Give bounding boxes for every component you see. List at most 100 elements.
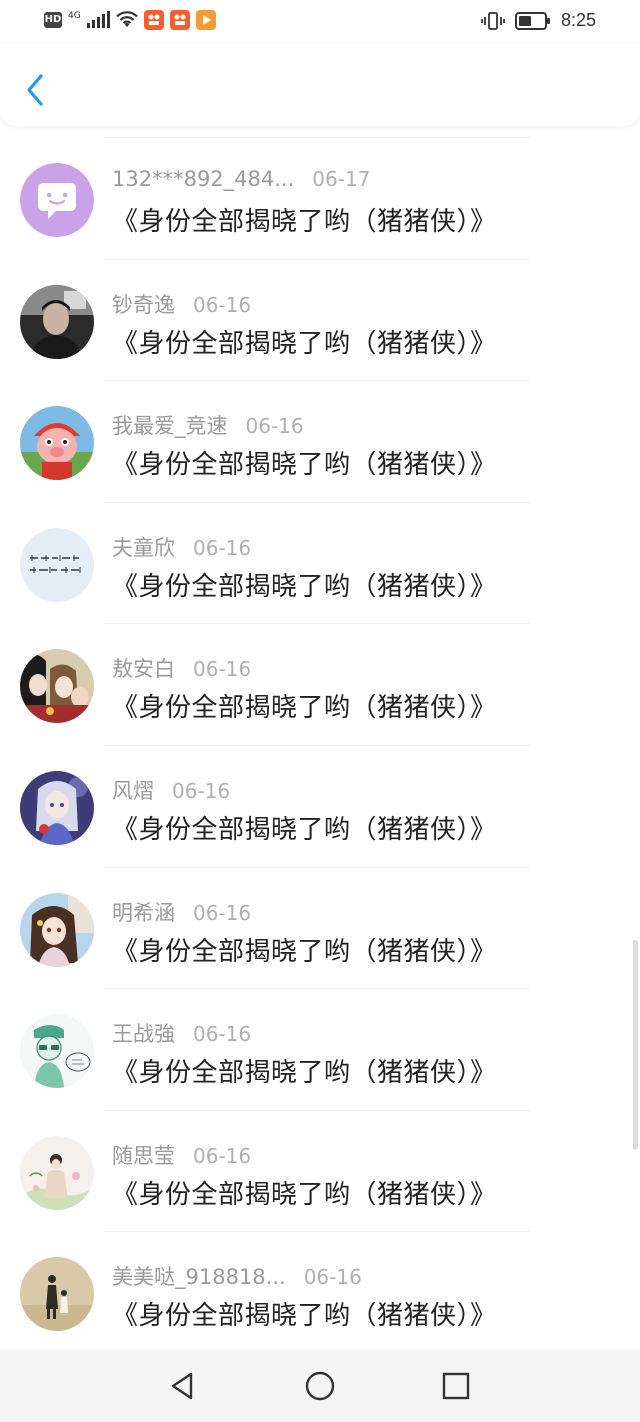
divider [104,1231,530,1233]
list-item[interactable]: 明希涵 06-16 《身份全部揭晓了哟（猪猪侠）》 [0,866,640,989]
divider [104,380,530,382]
username: 钞奇逸 [112,292,175,317]
item-meta: 132***892_484... 06-17 [112,167,370,191]
item-title: 《身份全部揭晓了哟（猪猪侠）》 [112,936,497,967]
item-meta: 风熠 06-16 [112,775,230,805]
avatar[interactable] [20,527,94,602]
divider [104,866,530,868]
divider [104,137,530,138]
app-badge-1-icon [143,10,164,30]
header-bar [0,44,640,126]
date: 06-16 [303,1265,362,1290]
battery-icon [514,11,551,30]
item-meta: 敖安白 06-16 [112,653,251,683]
list-item[interactable]: 敖安白 06-16 《身份全部揭晓了哟（猪猪侠）》 [0,623,640,745]
wifi-icon [115,11,138,29]
scrollbar[interactable] [633,940,638,1150]
item-meta: 王战強 06-16 [112,1018,251,1048]
avatar[interactable] [20,163,94,237]
item-title: 《身份全部揭晓了哟（猪猪侠）》 [112,450,497,481]
divider [104,501,530,503]
app-badge-3-icon [195,10,216,30]
item-meta: 随思莹 06-16 [112,1140,251,1170]
circle-home-icon [305,1371,335,1401]
avatar[interactable] [20,892,94,967]
status-clock: 8:25 [560,10,596,30]
list-item[interactable]: 钞奇逸 06-16 《身份全部揭晓了哟（猪猪侠）》 [0,258,640,381]
nav-home-button[interactable] [304,1370,336,1402]
handwriting-avatar-icon [20,527,94,602]
divider [104,988,530,990]
date: 06-16 [193,1143,252,1168]
photo-avatar-icon [20,284,94,359]
list-item[interactable]: 我最爱_竞速 06-16 《身份全部揭晓了哟（猪猪侠）》 [0,380,640,502]
date: 06-16 [245,414,304,439]
date: 06-16 [193,292,252,317]
avatar[interactable] [20,284,94,359]
avatar[interactable] [20,1257,94,1332]
item-meta: 明希涵 06-16 [112,897,251,927]
square-recent-icon [442,1372,470,1400]
nav-back-button[interactable] [166,1370,198,1402]
chat-bubble-avatar-icon [20,163,94,237]
illustration-avatar-icon [20,1135,94,1210]
list-item[interactable]: 夫童欣 06-16 《身份全部揭晓了哟（猪猪侠）》 [0,501,640,624]
username: 风熠 [112,778,154,803]
item-title: 《身份全部揭晓了哟（猪猪侠）》 [112,1179,497,1210]
back-button[interactable] [20,72,50,108]
silhouette-avatar-icon [20,1257,94,1332]
divider [104,744,530,746]
item-title: 《身份全部揭晓了哟（猪猪侠）》 [112,571,497,602]
list-item[interactable]: 随思莹 06-16 《身份全部揭晓了哟（猪猪侠）》 [0,1109,640,1232]
signal-icon [86,11,110,28]
username: 美美哒_918818... [112,1265,286,1290]
divider [104,1109,530,1111]
avatar[interactable] [20,770,94,845]
item-title: 《身份全部揭晓了哟（猪猪侠）》 [112,328,497,359]
avatar[interactable] [20,406,94,481]
nav-recent-button[interactable] [440,1370,472,1402]
avatar[interactable] [20,1135,94,1210]
list-item[interactable]: 风熠 06-16 《身份全部揭晓了哟（猪猪侠）》 [0,744,640,867]
date: 06-16 [193,900,252,925]
avatar[interactable] [20,649,94,724]
vibrate-icon [481,11,505,31]
username: 夫童欣 [112,535,175,560]
item-meta: 美美哒_918818... 06-16 [112,1261,362,1291]
network-type-label: 4G [68,10,81,21]
username: 王战強 [112,1022,175,1047]
item-title: 《身份全部揭晓了哟（猪猪侠）》 [112,1058,497,1089]
item-title: 《身份全部揭晓了哟（猪猪侠）》 [112,207,497,237]
anime-portrait-avatar-icon [20,892,94,967]
status-left: HD 4G [44,10,216,30]
screen: HD 4G 8:25 132***892_484... 06-17 《身份全部揭… [0,0,640,1422]
list-item[interactable]: 美美哒_918818... 06-16 《身份全部揭晓了哟（猪猪侠）》 [0,1231,640,1353]
anime-group-avatar-icon [20,649,94,724]
triangle-back-icon [171,1372,193,1400]
status-bar: HD 4G 8:25 [0,0,640,44]
cartoon-pig-avatar-icon [20,406,94,481]
list-item[interactable]: 132***892_484... 06-17 《身份全部揭晓了哟（猪猪侠）》 [0,137,640,259]
share-list: 132***892_484... 06-17 《身份全部揭晓了哟（猪猪侠）》 钞… [0,137,640,1353]
hd-badge: HD [44,12,62,28]
item-title: 《身份全部揭晓了哟（猪猪侠）》 [112,693,497,724]
item-meta: 钞奇逸 06-16 [112,289,251,319]
list-item[interactable]: 王战強 06-16 《身份全部揭晓了哟（猪猪侠）》 [0,988,640,1110]
item-title: 《身份全部揭晓了哟（猪猪侠）》 [112,1301,497,1332]
navigation-bar [0,1350,640,1422]
username: 我最爱_竞速 [112,414,228,439]
item-meta: 我最爱_竞速 06-16 [112,410,304,440]
date: 06-16 [172,778,231,803]
divider [104,258,530,260]
chevron-left-icon [27,74,43,106]
item-title: 《身份全部揭晓了哟（猪猪侠）》 [112,814,497,845]
username: 132***892_484... [112,167,295,191]
avatar[interactable] [20,1014,94,1089]
sketch-avatar-icon [20,1014,94,1089]
username: 明希涵 [112,900,175,925]
date: 06-16 [193,535,252,560]
date: 06-17 [312,167,371,191]
item-meta: 夫童欣 06-16 [112,532,251,562]
status-right: 8:25 [481,10,596,31]
username: 随思莹 [112,1143,175,1168]
